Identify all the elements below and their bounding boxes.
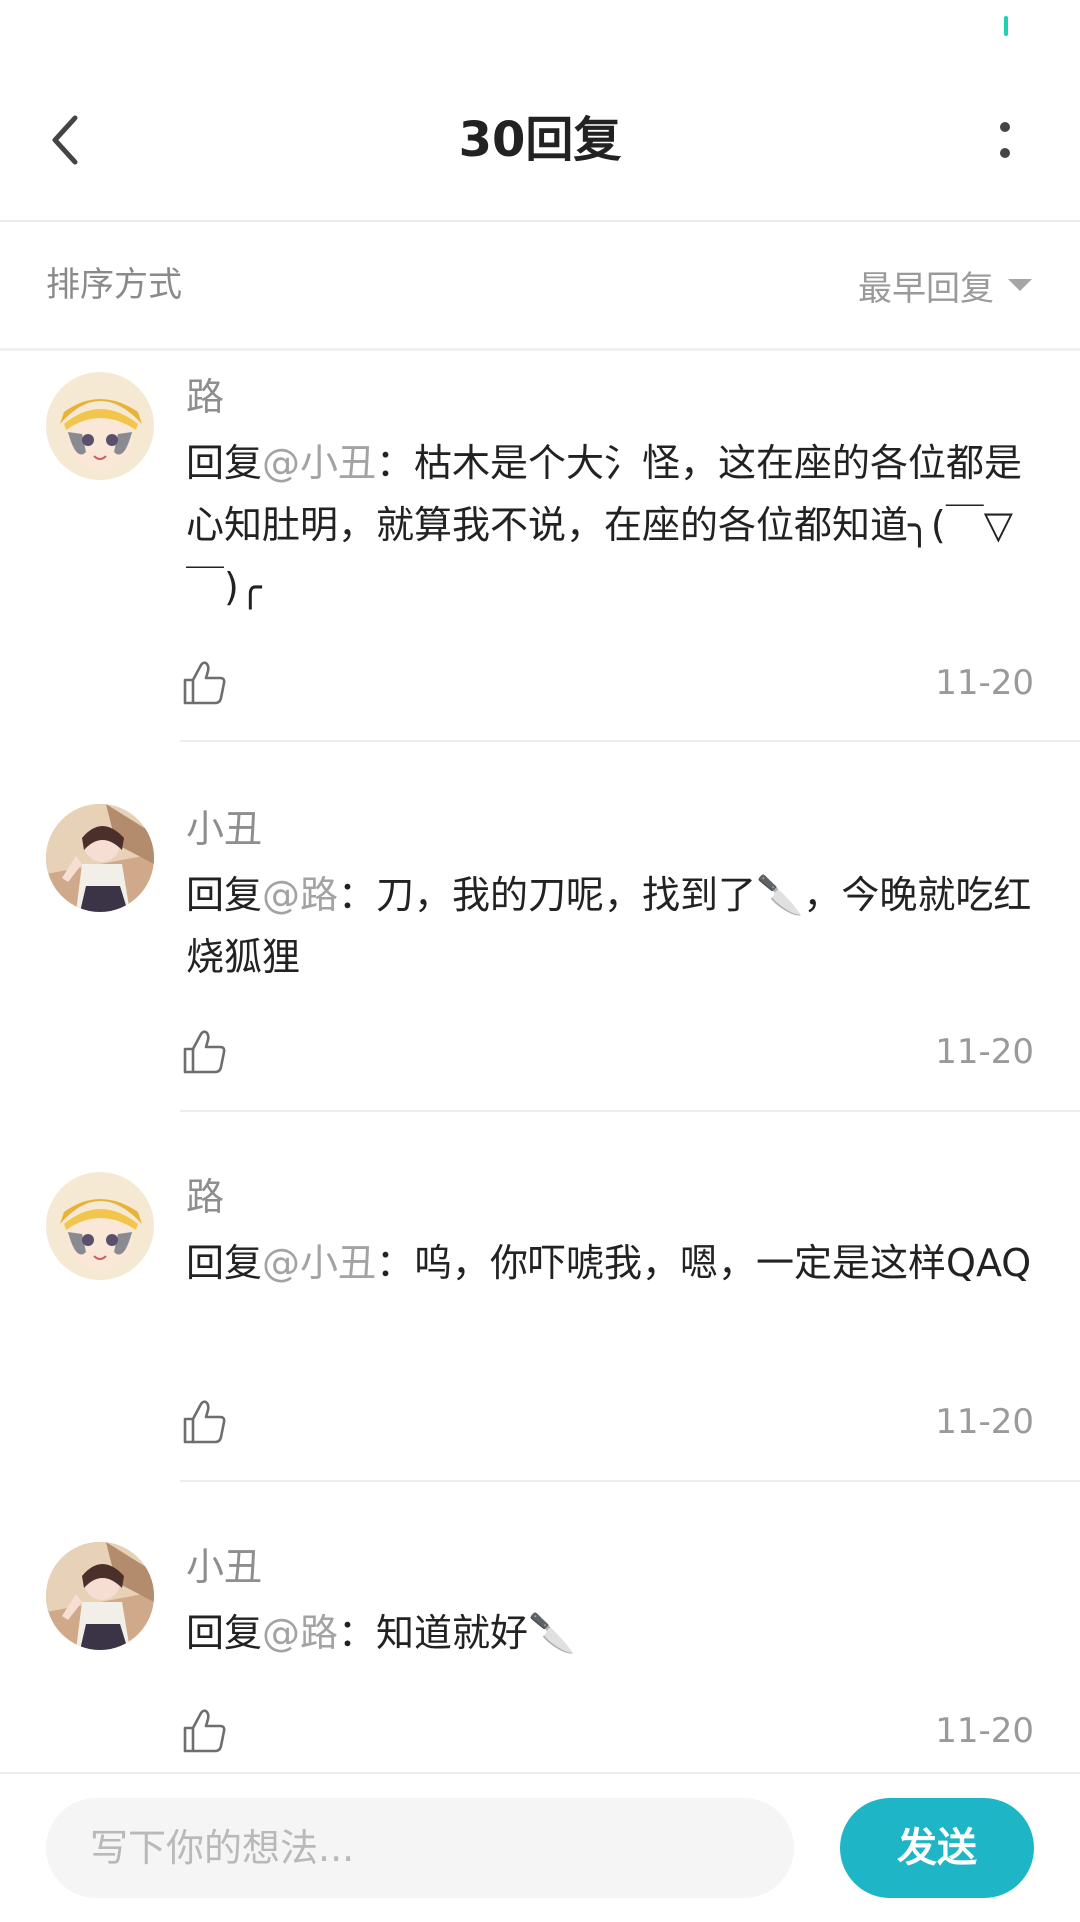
thumbs-up-icon[interactable]: [182, 1399, 228, 1445]
reply-mention[interactable]: @路: [262, 1611, 338, 1655]
thumbs-up-icon[interactable]: [182, 1708, 228, 1754]
page-title: 30回复: [458, 112, 622, 168]
reply-date: 11-20: [935, 1402, 1034, 1442]
more-button[interactable]: [970, 100, 1040, 180]
reply-date: 11-20: [935, 663, 1034, 703]
reply-mention[interactable]: @小丑: [262, 441, 376, 485]
sort-dropdown[interactable]: 最早回复: [858, 222, 1032, 348]
comment-composer: 发送: [0, 1772, 1080, 1922]
reply-text: ：知道就好🔪: [338, 1611, 576, 1655]
reply-content: 回复@路：刀，我的刀呢，找到了🔪，今晚就吃红烧狐狸: [186, 864, 1036, 988]
reply-date: 11-20: [935, 1032, 1034, 1072]
reply-item: 小丑 回复@路：刀，我的刀呢，找到了🔪，今晚就吃红烧狐狸 11-20: [0, 742, 1080, 1112]
reply-item: 路 回复@小丑：呜，你吓唬我，嗯，一定是这样QAQ 11-20: [0, 1112, 1080, 1482]
reply-content: 回复@小丑：枯木是个大氵怪，这在座的各位都是心知肚明，就算我不说，在座的各位都知…: [186, 432, 1036, 618]
more-vertical-icon: [1000, 122, 1010, 158]
reply-prefix: 回复: [186, 1611, 263, 1655]
reply-item: 小丑 回复@路：知道就好🔪 11-20: [0, 1482, 1080, 1772]
reply-item: 路 回复@小丑：枯木是个大氵怪，这在座的各位都是心知肚明，就算我不说，在座的各位…: [0, 350, 1080, 742]
reply-content: 回复@小丑：呜，你吓唬我，嗯，一定是这样QAQ: [186, 1232, 1036, 1294]
reply-author[interactable]: 路: [186, 1172, 224, 1222]
send-button[interactable]: 发送: [840, 1798, 1034, 1898]
reply-prefix: 回复: [186, 873, 263, 917]
reply-date: 11-20: [935, 1711, 1034, 1751]
reply-author[interactable]: 小丑: [186, 1542, 262, 1592]
reply-prefix: 回复: [186, 441, 263, 485]
caret-down-icon: [1008, 279, 1032, 291]
reply-mention[interactable]: @路: [262, 873, 338, 917]
reply-prefix: 回复: [186, 1241, 263, 1285]
reply-text: ：呜，你吓唬我，嗯，一定是这样QAQ: [376, 1241, 1032, 1285]
title-bar: 30回复: [0, 60, 1080, 222]
avatar[interactable]: [46, 804, 154, 912]
reply-author[interactable]: 小丑: [186, 804, 262, 854]
sort-label: 排序方式: [46, 265, 182, 305]
comment-input[interactable]: [46, 1798, 794, 1898]
avatar[interactable]: [46, 1542, 154, 1650]
avatar[interactable]: [46, 372, 154, 480]
reply-mention[interactable]: @小丑: [262, 1241, 376, 1285]
status-bar: [0, 0, 1080, 60]
status-indicator: [1004, 16, 1008, 36]
thumbs-up-icon[interactable]: [182, 660, 228, 706]
sort-bar: 排序方式 最早回复: [0, 222, 1080, 351]
sort-selected-value: 最早回复: [858, 268, 994, 309]
avatar[interactable]: [46, 1172, 154, 1280]
reply-content: 回复@路：知道就好🔪: [186, 1602, 1036, 1664]
reply-author[interactable]: 路: [186, 372, 224, 422]
thumbs-up-icon[interactable]: [182, 1029, 228, 1075]
